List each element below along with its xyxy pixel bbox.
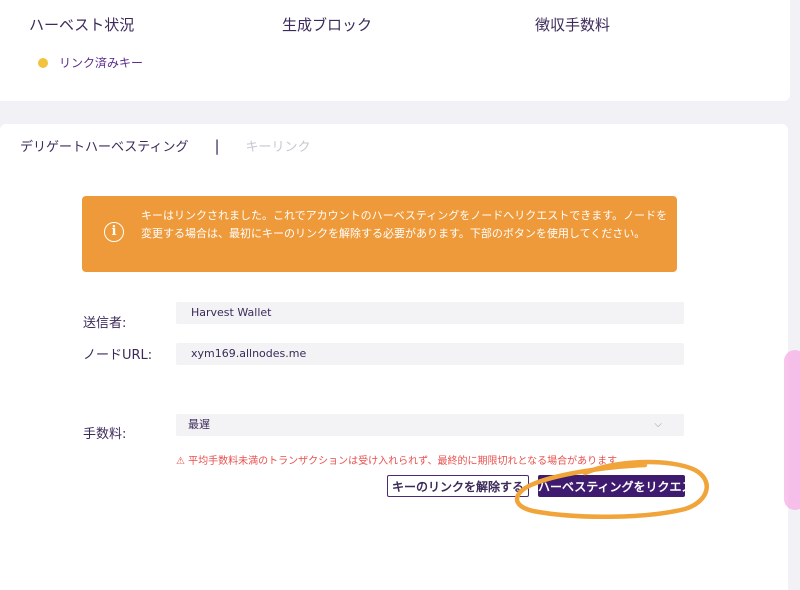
decorative-edge-blob (784, 350, 800, 510)
tab-separator: | (214, 136, 220, 155)
collected-fees-title: 徴収手数料 (535, 16, 611, 34)
tab-bar: デリゲートハーベスティング | キーリンク (20, 136, 311, 156)
tab-key-link[interactable]: キーリンク (246, 136, 311, 155)
sender-label: 送信者: (83, 316, 127, 331)
hand-drawn-circle-annotation (514, 459, 709, 520)
fee-label: 手数料: (83, 427, 127, 442)
sender-field: Harvest Wallet (176, 302, 684, 324)
fee-select[interactable]: 最遅 ⌵ (176, 414, 684, 436)
harvest-stats-panel: ハーベスト状況 生成ブロック 徴収手数料 リンク済みキー (0, 0, 790, 101)
chevron-down-icon: ⌵ (654, 419, 662, 430)
node-url-label: ノードURL: (83, 348, 153, 363)
info-icon: i (104, 222, 124, 242)
generated-blocks-title: 生成ブロック (282, 16, 373, 34)
alert-message: キーはリンクされました。これでアカウントのハーベスティングをノードへリクエストで… (141, 209, 668, 240)
fee-selected-value: 最遅 (188, 418, 210, 431)
legend-linked-key: リンク済みキー (38, 54, 143, 71)
legend-label: リンク済みキー (59, 56, 144, 70)
tab-delegated-harvesting[interactable]: デリゲートハーベスティング (20, 136, 188, 155)
info-alert: i キーはリンクされました。これでアカウントのハーベスティングをノードへリクエス… (82, 196, 677, 272)
harvest-status-title: ハーベスト状況 (29, 16, 135, 34)
legend-dot-icon (38, 57, 48, 68)
node-url-field[interactable]: xym169.allnodes.me (176, 343, 684, 365)
